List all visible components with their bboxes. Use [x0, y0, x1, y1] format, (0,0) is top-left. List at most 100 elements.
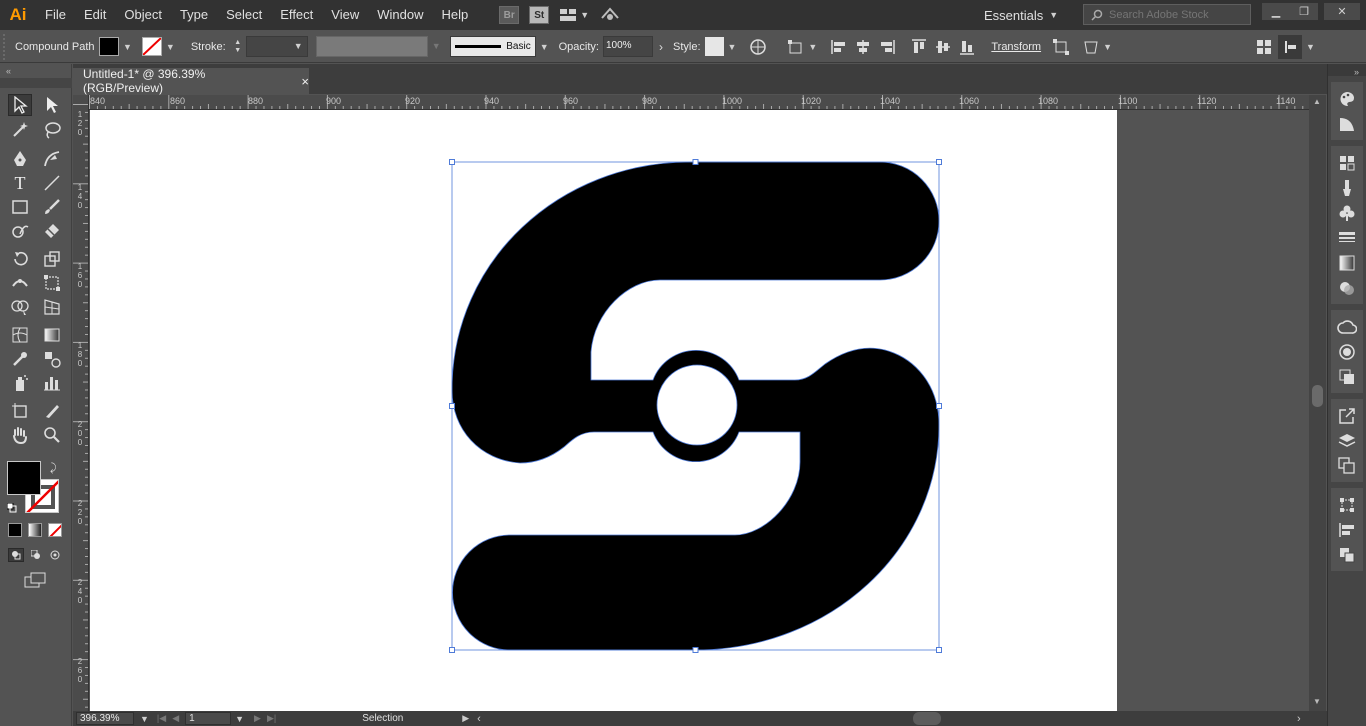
align-to-icon[interactable]: [786, 37, 806, 57]
draw-behind-icon[interactable]: [29, 548, 43, 562]
eraser-tool[interactable]: [40, 220, 64, 242]
column-graph-tool[interactable]: [40, 372, 64, 394]
resize-handle-s[interactable]: [692, 647, 699, 653]
fill-color-box[interactable]: [7, 461, 41, 495]
color-mode-button[interactable]: [8, 523, 22, 537]
align-right-icon[interactable]: [877, 37, 897, 57]
artboard-number-field[interactable]: 1: [185, 712, 232, 725]
stroke-swatch[interactable]: [141, 37, 162, 56]
transform-panel-button[interactable]: [1331, 492, 1363, 517]
artboard-dropdown-icon[interactable]: ▼: [235, 714, 244, 724]
pathfinder-panel-button[interactable]: [1331, 542, 1363, 567]
horizontal-scroll-thumb[interactable]: [913, 712, 941, 725]
chevron-right-icon[interactable]: ›: [659, 40, 663, 54]
first-artboard-icon[interactable]: |◀: [157, 713, 166, 724]
variable-width-profile[interactable]: ▼: [315, 36, 441, 57]
scroll-down-icon[interactable]: ▼: [1313, 697, 1321, 706]
stock-search[interactable]: [1083, 4, 1251, 25]
color-panel-button[interactable]: [1331, 86, 1363, 111]
fill-dropdown-icon[interactable]: ▼: [123, 42, 132, 52]
distort-dropdown-icon[interactable]: ▼: [1103, 42, 1112, 52]
shaper-tool[interactable]: [8, 220, 32, 242]
rotate-tool[interactable]: [8, 248, 32, 270]
menu-file[interactable]: File: [36, 0, 75, 30]
envelope-distort-icon[interactable]: [1081, 37, 1101, 57]
artboard-tool[interactable]: [8, 400, 32, 422]
menu-object[interactable]: Object: [115, 0, 171, 30]
opacity-label[interactable]: Opacity:: [559, 41, 599, 53]
last-artboard-icon[interactable]: ▶|: [267, 713, 276, 724]
zoom-level-field[interactable]: 396.39%: [76, 712, 134, 725]
type-tool[interactable]: T: [8, 172, 32, 194]
s-logo-compound-path[interactable]: [451, 161, 940, 651]
align-top-icon[interactable]: [909, 37, 929, 57]
lasso-tool[interactable]: [40, 119, 64, 141]
paintbrush-tool[interactable]: [40, 196, 64, 218]
line-tool[interactable]: [40, 172, 64, 194]
swatches-panel-button[interactable]: [1331, 150, 1363, 175]
control-options-icon[interactable]: [1277, 34, 1302, 59]
status-menu-icon[interactable]: ▶: [462, 713, 469, 724]
width-tool[interactable]: [8, 272, 32, 294]
align-bottom-icon[interactable]: [957, 37, 977, 57]
align-vertical-center-icon[interactable]: [933, 37, 953, 57]
scroll-left-icon[interactable]: ‹: [477, 713, 481, 725]
previous-artboard-icon[interactable]: ◀: [172, 713, 179, 724]
scroll-up-icon[interactable]: ▲: [1313, 97, 1321, 106]
appearance-panel-button[interactable]: [1331, 339, 1363, 364]
menu-effect[interactable]: Effect: [271, 0, 322, 30]
hand-tool[interactable]: [8, 424, 32, 446]
arrange-documents-icon[interactable]: ▼: [559, 8, 589, 22]
resize-handle-se[interactable]: [936, 647, 942, 653]
close-window-button[interactable]: ✕: [1324, 3, 1360, 20]
layers-panel-button[interactable]: [1331, 428, 1363, 453]
scroll-right-icon[interactable]: ›: [1297, 713, 1301, 725]
free-transform-tool[interactable]: [40, 272, 64, 294]
transparency-panel-button[interactable]: [1331, 275, 1363, 300]
menu-window[interactable]: Window: [368, 0, 432, 30]
export-assets-panel-button[interactable]: [1331, 403, 1363, 428]
vertical-ruler[interactable]: 120 140 160 180 200 220 240 260: [73, 95, 89, 711]
brushes-panel-button[interactable]: [1331, 175, 1363, 200]
mesh-tool[interactable]: [8, 324, 32, 346]
transform-link[interactable]: Transform: [991, 41, 1041, 53]
panel-menu-icon[interactable]: ▼: [1306, 42, 1315, 52]
restore-button[interactable]: ❐: [1290, 3, 1318, 20]
slice-tool[interactable]: [40, 400, 64, 422]
opacity-field[interactable]: 100%: [602, 36, 653, 57]
brush-dropdown-icon[interactable]: ▼: [540, 42, 549, 52]
align-to-dropdown-icon[interactable]: ▼: [808, 42, 817, 52]
draw-normal-icon[interactable]: [8, 548, 24, 562]
direct-selection-tool[interactable]: [40, 94, 64, 116]
resize-handle-sw[interactable]: [449, 647, 455, 653]
zoom-tool[interactable]: [40, 424, 64, 446]
stroke-panel-button[interactable]: [1331, 225, 1363, 250]
symbols-panel-button[interactable]: [1331, 200, 1363, 225]
minimize-button[interactable]: ▁: [1262, 3, 1290, 20]
screen-mode-icon[interactable]: [24, 572, 48, 590]
gradient-panel-button[interactable]: [1331, 250, 1363, 275]
gpu-performance-icon[interactable]: [599, 5, 621, 26]
blend-tool[interactable]: [40, 348, 64, 370]
color-guide-panel-button[interactable]: [1331, 111, 1363, 136]
resize-handle-ne[interactable]: [936, 159, 942, 165]
stock-button[interactable]: St: [529, 6, 550, 24]
libraries-panel-button[interactable]: [1331, 314, 1363, 339]
scale-tool[interactable]: [40, 248, 64, 270]
toolbox-collapse-icon[interactable]: «: [6, 66, 11, 76]
recolor-artwork-icon[interactable]: [748, 37, 768, 57]
menu-help[interactable]: Help: [432, 0, 477, 30]
swap-fill-stroke-icon[interactable]: ⤸: [50, 462, 57, 475]
zoom-dropdown-icon[interactable]: ▼: [140, 714, 149, 724]
align-horizontal-center-icon[interactable]: [853, 37, 873, 57]
rectangle-tool[interactable]: [8, 196, 32, 218]
stroke-weight-field[interactable]: ▼: [245, 36, 308, 57]
draw-inside-icon[interactable]: [48, 548, 62, 562]
vertical-scrollbar[interactable]: ▲ ▼: [1309, 95, 1326, 711]
resize-handle-e[interactable]: [936, 403, 942, 409]
resize-handle-n[interactable]: [692, 159, 699, 165]
graphic-styles-panel-button[interactable]: [1331, 364, 1363, 389]
perspective-grid-tool[interactable]: [40, 296, 64, 318]
gradient-tool[interactable]: [40, 324, 64, 346]
pen-tool[interactable]: [8, 148, 32, 170]
